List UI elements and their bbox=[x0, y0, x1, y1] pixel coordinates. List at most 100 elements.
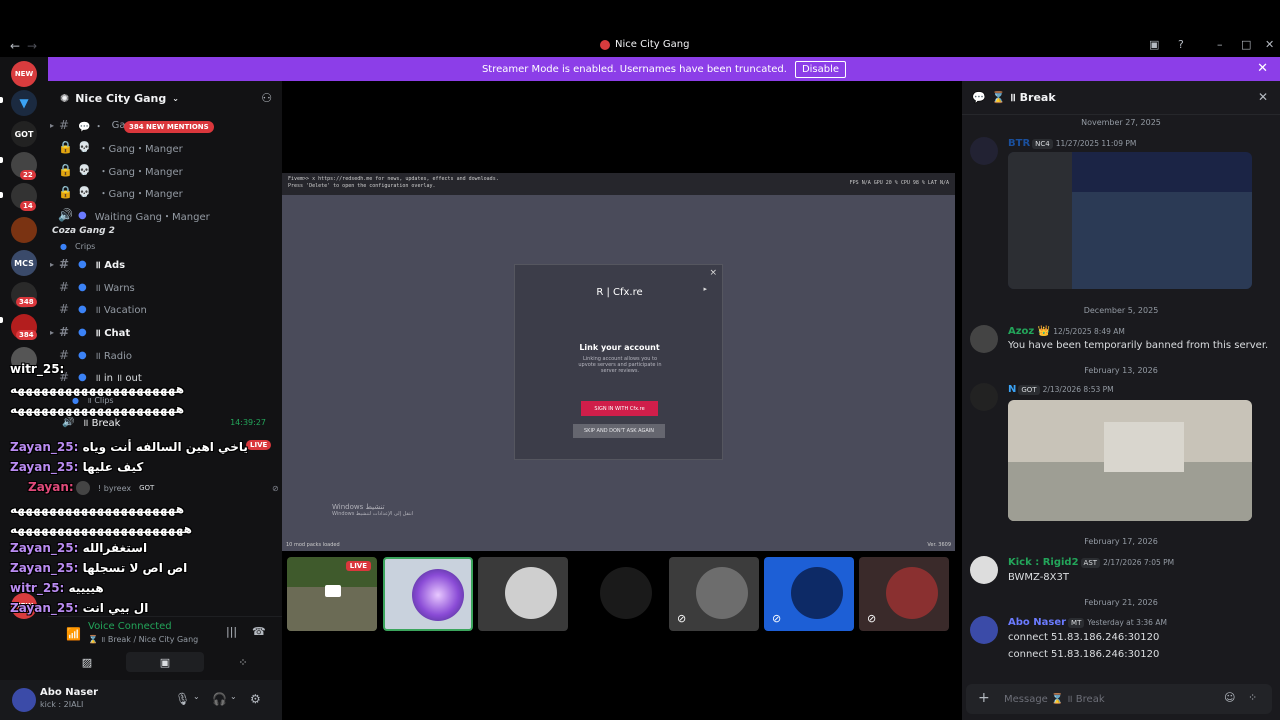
message-input[interactable] bbox=[1004, 690, 1204, 708]
user-name[interactable]: Abo Naser bbox=[40, 687, 98, 698]
avatar[interactable] bbox=[970, 383, 998, 411]
server-header[interactable]: ✺ Nice City Gang ⌄ ⚇ bbox=[48, 81, 282, 115]
message-author[interactable]: BTR bbox=[1008, 138, 1030, 149]
apps-icon[interactable]: ⁘ bbox=[1248, 691, 1257, 704]
image-attachment[interactable] bbox=[1008, 400, 1252, 521]
close-modal-icon[interactable]: × bbox=[709, 268, 717, 278]
channel-item[interactable]: 🔒 💀 ・Gang・Manger bbox=[58, 160, 278, 180]
inbox-icon[interactable]: ▣ bbox=[1149, 38, 1159, 51]
server-icon-new[interactable]: NEW bbox=[11, 61, 37, 87]
new-mentions-badge[interactable]: 384 NEW MENTIONS bbox=[124, 121, 214, 133]
overlay-chat-line: witr_25: bbox=[10, 362, 64, 376]
activities-button[interactable]: ⁘ bbox=[204, 652, 282, 672]
voice-channel-path[interactable]: ⌛ ॥ Break / Nice City Gang bbox=[88, 634, 198, 645]
fps-readout: FPS N/A GPU 20 % CPU 98 % LAT N/A bbox=[849, 180, 949, 186]
hash-icon: # bbox=[58, 118, 70, 132]
screen-share-button[interactable]: ▣ bbox=[126, 652, 204, 672]
message-text: BWMZ-8X3T bbox=[1008, 572, 1069, 583]
noise-suppression-icon[interactable]: ||| bbox=[226, 625, 237, 638]
thread-icon: 💬 bbox=[972, 91, 986, 104]
server-icon[interactable]: GOT bbox=[11, 121, 37, 147]
avatar[interactable] bbox=[12, 688, 36, 712]
channel-item[interactable]: ▸ # ● ॥ Ads bbox=[50, 254, 278, 274]
minimize-button[interactable]: – bbox=[1217, 38, 1223, 51]
message-author[interactable]: Azoz 👑 bbox=[1008, 326, 1050, 337]
overlay-chat-line: Zayan: bbox=[28, 480, 74, 494]
participant-tile-stream[interactable]: LIVE bbox=[287, 557, 377, 631]
overlay-chat-line: هههههههههههههههههههههه bbox=[10, 402, 185, 416]
server-icon[interactable]: MCS bbox=[11, 250, 37, 276]
avatar[interactable] bbox=[970, 556, 998, 584]
close-thread-icon[interactable]: ✕ bbox=[1258, 90, 1268, 104]
unread-pill bbox=[0, 317, 3, 323]
back-arrow-icon[interactable]: ← bbox=[10, 39, 20, 53]
channel-item[interactable]: # ● ॥ Radio bbox=[58, 345, 278, 365]
add-attachment-icon[interactable]: + bbox=[978, 690, 990, 706]
message-header: N GOT 2/13/2026 8:53 PM bbox=[1008, 384, 1114, 395]
orb-icon: ● bbox=[78, 258, 87, 270]
avatar[interactable] bbox=[970, 137, 998, 165]
channel-item[interactable]: ▸ # ● ॥ Chat bbox=[50, 322, 278, 342]
lock-icon: 🔒 bbox=[58, 185, 73, 199]
close-banner-icon[interactable]: ✕ bbox=[1257, 61, 1268, 76]
image-attachment[interactable] bbox=[1008, 152, 1252, 289]
overlay-chat-user: Zayan: bbox=[28, 480, 74, 494]
close-window-button[interactable]: ✕ bbox=[1265, 38, 1274, 51]
channel-item[interactable]: 🔒 💀 ・Gang・Manger bbox=[58, 182, 278, 202]
add-member-icon[interactable]: ⚇ bbox=[261, 91, 272, 105]
message-header: Kick : Rigid2 AST 2/17/2026 7:05 PM bbox=[1008, 557, 1174, 568]
server-icon[interactable]: ▼ bbox=[11, 90, 37, 116]
overlay-chat-line: witr_25: هييييه bbox=[10, 581, 104, 595]
title-bar: ← → Nice City Gang ▣ ? – □ ✕ bbox=[0, 36, 1280, 56]
chevron-down-icon[interactable]: ⌄ bbox=[230, 692, 237, 701]
message-time: 2/13/2026 8:53 PM bbox=[1042, 385, 1114, 394]
avatar bbox=[791, 567, 843, 619]
channel-item[interactable]: # ● ॥ Vacation bbox=[58, 299, 278, 319]
voice-member[interactable]: ! byreex GOT ⊘ ⊘ bbox=[76, 478, 296, 498]
message-author[interactable]: Kick : Rigid2 bbox=[1008, 557, 1079, 568]
microphone-icon[interactable]: 🎙 bbox=[175, 692, 190, 706]
channel-name: ・Gang・Manger bbox=[98, 188, 183, 200]
date-separator: December 5, 2025 bbox=[1083, 306, 1159, 315]
emoji-icon[interactable]: ☺ bbox=[1224, 691, 1235, 704]
skip-button[interactable]: SKIP AND DON'T ASK AGAIN bbox=[573, 424, 665, 438]
avatar[interactable] bbox=[970, 325, 998, 353]
participant-tile-active[interactable] bbox=[383, 557, 473, 631]
server-icon bbox=[600, 39, 610, 50]
watermark-line: Windows انتقل إلى الإعدادات لتنشيط bbox=[332, 511, 414, 517]
message-author[interactable]: N bbox=[1008, 384, 1016, 395]
message-text: connect 51.83.186.246:30120 bbox=[1008, 649, 1160, 660]
date-separator: February 21, 2026 bbox=[1084, 598, 1158, 607]
channel-item[interactable]: # ● ॥ Warns bbox=[58, 277, 278, 297]
message-author[interactable]: Abo Naser bbox=[1008, 617, 1066, 628]
camera-off-button[interactable]: ▨ bbox=[48, 652, 126, 672]
headphones-icon[interactable]: 🎧 bbox=[212, 692, 227, 706]
role-tag: AST bbox=[1080, 558, 1101, 568]
sign-in-button[interactable]: SIGN IN WITH Cfx.re bbox=[581, 401, 658, 416]
channel-item[interactable]: 🔒 💀 ・Gang・Manger bbox=[58, 137, 278, 157]
disable-streamer-mode-button[interactable]: Disable bbox=[794, 60, 847, 78]
avatar[interactable] bbox=[970, 616, 998, 644]
chevron-down-icon[interactable]: ⌄ bbox=[193, 692, 200, 701]
category-label[interactable]: ● Crips bbox=[60, 236, 280, 256]
message-header: Abo Naser MT Yesterday at 3:36 AM bbox=[1008, 617, 1167, 628]
gear-icon[interactable]: ⚙ bbox=[250, 692, 261, 706]
channel-prefix: 💬 ・ bbox=[78, 121, 104, 133]
forward-arrow-icon[interactable]: → bbox=[27, 39, 37, 53]
disconnect-icon[interactable]: ☎ bbox=[252, 625, 266, 638]
help-icon[interactable]: ? bbox=[1178, 38, 1184, 51]
skull-icon: 💀 bbox=[78, 186, 91, 198]
participant-tile[interactable] bbox=[573, 557, 663, 631]
participant-tile[interactable] bbox=[478, 557, 568, 631]
maximize-button[interactable]: □ bbox=[1241, 38, 1251, 51]
unread-pill bbox=[0, 192, 3, 198]
participant-tile[interactable]: ⊘ bbox=[764, 557, 854, 631]
new-badge: NEW bbox=[14, 70, 34, 78]
overlay-chat-line: Zayan_25: ياخي اهين السالفه أنت وياه bbox=[10, 440, 248, 454]
message-header: BTR NC4 11/27/2025 11:09 PM bbox=[1008, 138, 1136, 149]
participant-tile[interactable]: ⊘ bbox=[669, 557, 759, 631]
server-icon[interactable] bbox=[11, 217, 37, 243]
overlay-chat-line: Zayan_25: اص اص لا تسجلها bbox=[10, 561, 187, 575]
voice-status[interactable]: Voice Connected bbox=[88, 621, 172, 632]
participant-tile[interactable]: ⊘ bbox=[859, 557, 949, 631]
